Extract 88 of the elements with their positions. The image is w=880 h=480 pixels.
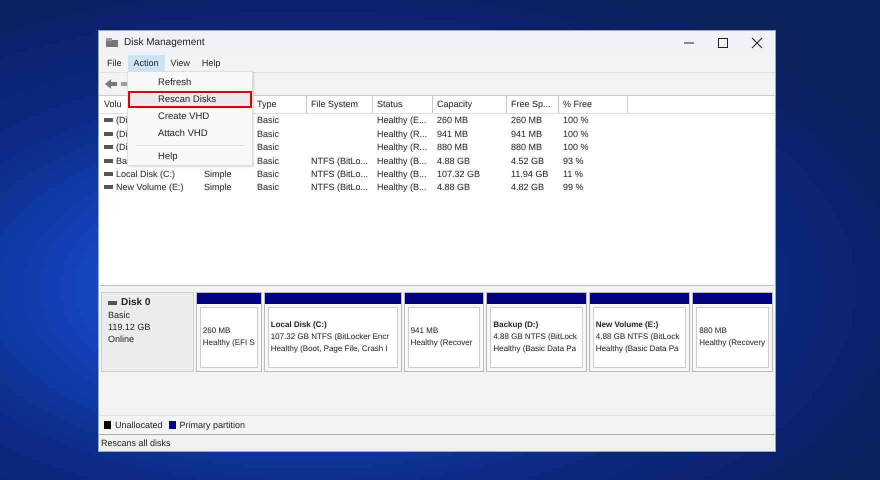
column-header[interactable]: % Free xyxy=(559,96,628,113)
partition-detail: Healthy (Boot, Page File, Crash I xyxy=(270,343,389,356)
partition-block[interactable]: Local Disk (C:) 107.32 GB NTFS (BitLocker Encr Healthy (Boot, Page File, Crash I xyxy=(264,292,402,372)
legend-label: Unallocated xyxy=(115,420,163,430)
table-cell: Ba xyxy=(116,156,128,166)
table-cell: NTFS (BitLo... xyxy=(311,182,368,192)
table-cell: NTFS (BitLo... xyxy=(311,168,368,179)
partition-detail: Healthy (Basic Data Pa xyxy=(596,343,680,356)
maximize-icon[interactable] xyxy=(717,36,729,49)
partition-detail: 4.88 GB NTFS (BitLock xyxy=(596,331,680,344)
disk-status: Online xyxy=(108,332,136,345)
column-header[interactable]: Status xyxy=(373,96,433,113)
partition-detail: Healthy (Basic Data Pa xyxy=(493,343,578,356)
close-icon[interactable] xyxy=(751,36,763,49)
table-cell: 93 % xyxy=(563,156,584,166)
table-cell: Basic xyxy=(257,182,280,192)
partition-detail: 260 MB xyxy=(202,325,232,338)
menu-item[interactable]: Create VHD xyxy=(128,108,252,125)
table-cell: (Di xyxy=(116,115,128,126)
partition-detail: Healthy (Recover xyxy=(410,337,474,350)
table-cell: Basic xyxy=(257,142,280,152)
table-cell: Healthy (R... xyxy=(377,128,428,139)
partition-detail: Healthy (EFI S xyxy=(202,337,256,350)
table-cell: 4.52 GB xyxy=(511,156,544,166)
partition-block[interactable]: 880 MB Healthy (Recovery xyxy=(692,292,773,372)
partition-detail: Healthy (Recovery xyxy=(699,337,766,350)
table-cell: 107.32 GB xyxy=(437,168,480,179)
column-header[interactable]: Free Sp... xyxy=(507,96,559,113)
partition-title: New Volume (E:) xyxy=(596,319,660,332)
partition-detail: 4.88 GB NTFS (BitLock xyxy=(493,331,578,344)
table-cell: 4.82 GB xyxy=(511,182,544,192)
status-text: Rescans all disks xyxy=(101,438,171,448)
column-header[interactable]: Capacity xyxy=(433,96,507,113)
table-cell: NTFS (BitLo... xyxy=(311,156,368,166)
disk-size: 119.12 GB xyxy=(108,320,152,333)
table-cell: 4.88 GB xyxy=(437,156,470,166)
table-cell: 880 MB xyxy=(437,142,468,152)
table-cell: Basic xyxy=(257,115,280,126)
menu-item[interactable]: Action xyxy=(128,54,165,72)
column-header[interactable]: File System xyxy=(307,96,373,113)
table-cell: 260 MB xyxy=(437,115,468,126)
table-cell: 100 % xyxy=(563,115,589,126)
table-cell: Basic xyxy=(257,168,280,179)
partition-detail: 107.32 GB NTFS (BitLocker Encr xyxy=(270,331,390,344)
table-cell: Basic xyxy=(257,128,280,139)
disk-type: Basic xyxy=(108,308,132,321)
menu-item[interactable]: Refresh xyxy=(128,74,252,91)
table-cell: Simple xyxy=(204,182,232,192)
table-cell: 100 % xyxy=(563,128,589,139)
table-cell: Healthy (E... xyxy=(377,115,427,126)
menu-item[interactable]: Help xyxy=(128,148,252,165)
menu-item[interactable]: File xyxy=(101,54,128,72)
table-cell: 100 % xyxy=(563,142,589,152)
table-cell: 11.94 GB xyxy=(511,168,548,179)
table-cell: 260 MB xyxy=(511,115,542,126)
partition-block[interactable]: New Volume (E:) 4.88 GB NTFS (BitLock Healthy (Basic Data Pa xyxy=(588,292,690,372)
partition-title: Local Disk (C:) xyxy=(270,319,328,332)
legend-label: Primary partition xyxy=(180,420,246,430)
menu-item[interactable]: Help xyxy=(196,54,226,72)
table-cell: (Di xyxy=(116,128,128,139)
partition-title: Backup (D:) xyxy=(493,319,540,332)
table-cell: Healthy (B... xyxy=(377,156,427,166)
table-cell: (Di xyxy=(116,142,128,152)
table-cell: New Volume (E:) xyxy=(116,182,184,192)
partition-block[interactable]: 260 MB Healthy (EFI S xyxy=(196,292,262,372)
table-cell: 941 MB xyxy=(511,128,542,139)
partition-detail: 941 MB xyxy=(410,325,440,338)
table-cell: Simple xyxy=(204,168,232,179)
menu-item[interactable]: Attach VHD xyxy=(128,125,252,142)
partition-detail: 880 MB xyxy=(699,325,728,338)
table-cell: Basic xyxy=(257,156,280,166)
window-title: Disk Management xyxy=(124,37,205,48)
table-cell: 941 MB xyxy=(437,128,468,139)
table-cell: 880 MB xyxy=(511,142,542,152)
menu-item[interactable]: Rescan Disks xyxy=(128,91,252,108)
table-cell: Local Disk (C:) xyxy=(116,168,176,179)
table-cell: Healthy (B... xyxy=(377,182,427,192)
partition-block[interactable]: Backup (D:) 4.88 GB NTFS (BitLock Healthy (Basic Data Pa xyxy=(486,292,587,372)
partition-bar xyxy=(196,292,261,304)
table-cell: Healthy (R... xyxy=(377,142,428,152)
partition-block[interactable]: 941 MB Healthy (Recover xyxy=(404,292,484,372)
table-cell: 99 % xyxy=(563,182,584,192)
back-arrow-icon[interactable] xyxy=(104,78,118,90)
disk-name: Disk 0 xyxy=(121,296,150,309)
menu-item[interactable]: View xyxy=(164,54,196,72)
table-cell: Healthy (B... xyxy=(377,168,427,179)
table-cell: 4.88 GB xyxy=(437,182,470,192)
table-cell: 11 % xyxy=(563,168,583,179)
